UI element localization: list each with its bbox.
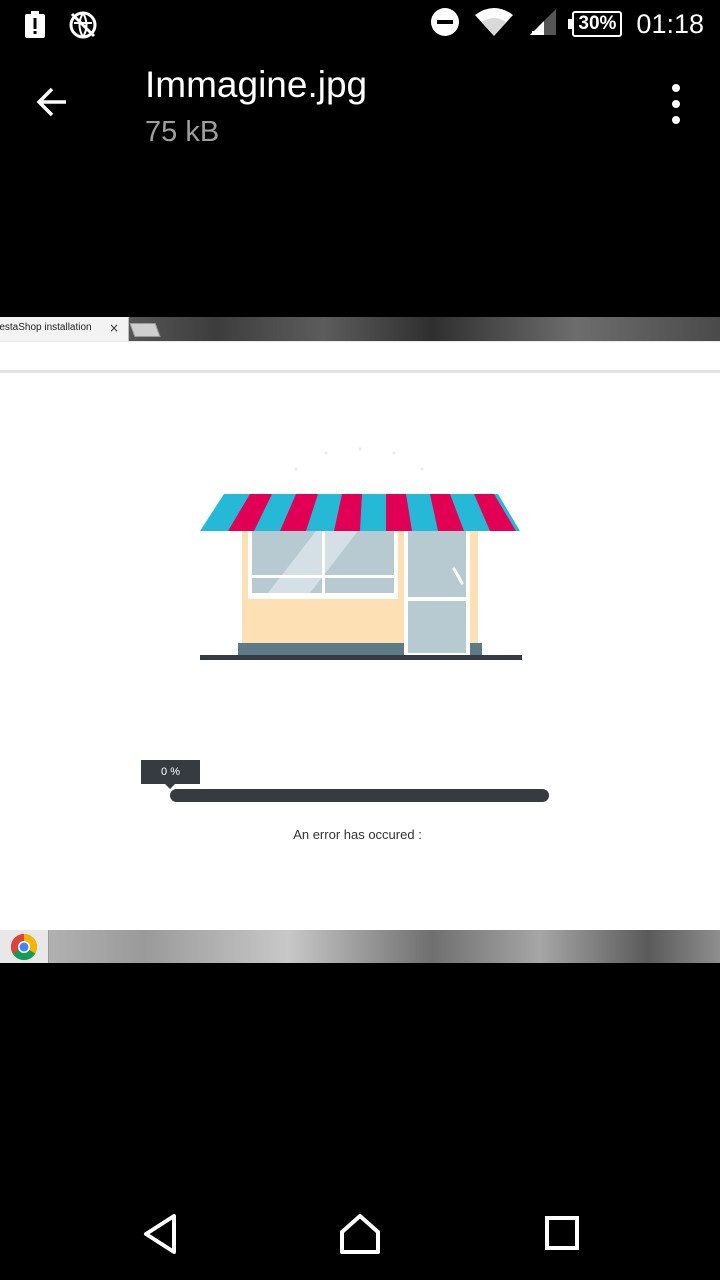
installation-progress-bar [170, 789, 549, 802]
nav-recents-icon[interactable] [541, 1212, 585, 1256]
tab-title: restaShop installation [0, 322, 92, 333]
app-bar: Immagine.jpg 75 kB [0, 48, 720, 158]
windows-taskbar [0, 930, 720, 963]
file-size: 75 kB [145, 116, 220, 148]
back-arrow-icon[interactable] [34, 84, 70, 124]
image-viewer[interactable]: restaShop installation × 0 % An error ha… [0, 317, 720, 963]
status-bar: 30% 01:18 [0, 0, 720, 48]
chrome-icon [10, 933, 38, 961]
tab-close-icon[interactable]: × [109, 321, 119, 335]
battery-indicator: 30% [568, 11, 623, 37]
browser-tab[interactable]: restaShop installation × [0, 317, 129, 341]
error-message: An error has occured : [293, 827, 422, 842]
signal-icon [528, 7, 558, 41]
nav-back-icon[interactable] [138, 1212, 182, 1256]
file-title: Immagine.jpg [145, 64, 368, 105]
progress-percent-tooltip: 0 % [141, 760, 200, 789]
navigation-bar [0, 1184, 720, 1280]
battery-alert-icon [24, 11, 46, 43]
clock: 01:18 [636, 8, 704, 39]
new-tab-button[interactable] [129, 323, 161, 337]
wifi-icon [474, 7, 514, 41]
no-data-icon [68, 10, 98, 44]
address-bar[interactable] [0, 341, 720, 373]
do-not-disturb-icon [430, 7, 460, 41]
nav-home-icon[interactable] [338, 1212, 382, 1256]
shop-illustration [200, 447, 522, 660]
browser-tab-strip: restaShop installation × [0, 317, 720, 341]
taskbar-chrome-button[interactable] [0, 930, 49, 963]
overflow-menu-icon[interactable] [664, 84, 688, 124]
